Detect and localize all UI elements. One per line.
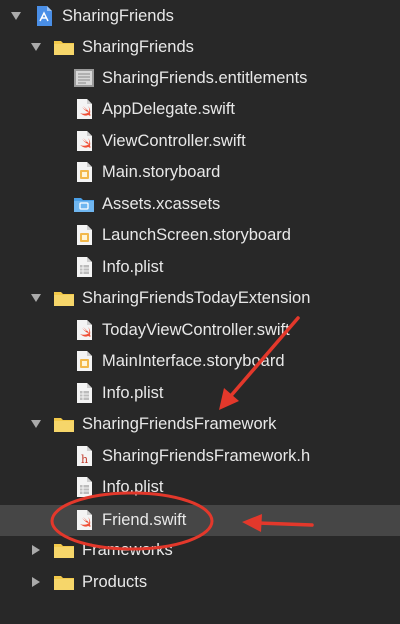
navigator-group-row[interactable]: SharingFriendsTodayExtension — [0, 283, 400, 314]
folder-icon — [53, 571, 75, 593]
navigator-item-label: TodayViewController.swift — [102, 321, 290, 339]
navigator-file-row[interactable]: Main.storyboard — [0, 157, 400, 188]
navigator-item-label: Frameworks — [82, 541, 173, 559]
navigator-file-row[interactable]: SharingFriends.entitlements — [0, 63, 400, 94]
navigator-item-label: Assets.xcassets — [102, 195, 221, 213]
plist-file-icon — [73, 476, 95, 498]
navigator-item-label: Friend.swift — [102, 511, 187, 529]
navigator-file-row[interactable]: Info.plist — [0, 378, 400, 409]
navigator-item-label: SharingFriendsFramework.h — [102, 447, 311, 465]
entitlements-file-icon — [73, 67, 95, 89]
header-file-icon: h — [73, 445, 95, 467]
asset-catalog-icon — [73, 193, 95, 215]
navigator-item-label: Main.storyboard — [102, 163, 221, 181]
storyboard-file-icon — [73, 161, 95, 183]
navigator-item-label: SharingFriendsFramework — [82, 415, 277, 433]
storyboard-file-icon — [73, 224, 95, 246]
navigator-item-label: Info.plist — [102, 384, 164, 402]
navigator-group-row[interactable]: SharingFriends — [0, 1, 400, 32]
navigator-file-row[interactable]: ViewController.swift — [0, 126, 400, 157]
navigator-file-row[interactable]: Friend.swift — [0, 505, 400, 536]
disclosure-expanded-icon[interactable] — [29, 417, 43, 431]
svg-text:h: h — [81, 453, 88, 466]
navigator-item-label: SharingFriends.entitlements — [102, 69, 308, 87]
navigator-file-row[interactable]: AppDelegate.swift — [0, 94, 400, 125]
xcode-project-icon — [33, 5, 55, 27]
navigator-file-row[interactable]: MainInterface.storyboard — [0, 346, 400, 377]
disclosure-expanded-icon[interactable] — [9, 9, 23, 23]
navigator-item-label: ViewController.swift — [102, 132, 246, 150]
navigator-item-label: Info.plist — [102, 478, 164, 496]
navigator-file-row[interactable]: TodayViewController.swift — [0, 315, 400, 346]
navigator-file-row[interactable]: Info.plist — [0, 472, 400, 503]
disclosure-expanded-icon[interactable] — [29, 291, 43, 305]
navigator-file-row[interactable]: Assets.xcassets — [0, 189, 400, 220]
navigator-item-label: SharingFriends — [82, 38, 194, 56]
navigator-file-row[interactable]: LaunchScreen.storyboard — [0, 220, 400, 251]
navigator-item-label: MainInterface.storyboard — [102, 352, 285, 370]
navigator-file-row[interactable]: Info.plist — [0, 252, 400, 283]
plist-file-icon — [73, 256, 95, 278]
navigator-item-label: SharingFriends — [62, 7, 174, 25]
navigator-item-label: Products — [82, 573, 148, 591]
swift-file-icon — [73, 319, 95, 341]
storyboard-file-icon — [73, 350, 95, 372]
swift-file-icon — [73, 509, 95, 531]
disclosure-expanded-icon[interactable] — [29, 40, 43, 54]
navigator-item-label: Info.plist — [102, 258, 164, 276]
navigator-group-row[interactable]: Frameworks — [0, 535, 400, 566]
folder-icon — [53, 413, 75, 435]
navigator-item-label: SharingFriendsTodayExtension — [82, 289, 311, 307]
folder-icon — [53, 539, 75, 561]
navigator-item-label: AppDelegate.swift — [102, 100, 235, 118]
folder-icon — [53, 36, 75, 58]
disclosure-collapsed-icon[interactable] — [29, 575, 43, 589]
navigator-group-row[interactable]: Products — [0, 567, 400, 598]
project-navigator: SharingFriends SharingFriends SharingFri… — [0, 0, 400, 624]
navigator-item-label: LaunchScreen.storyboard — [102, 226, 291, 244]
navigator-group-row[interactable]: SharingFriends — [0, 32, 400, 63]
folder-icon — [53, 287, 75, 309]
swift-file-icon — [73, 130, 95, 152]
navigator-group-row[interactable]: SharingFriendsFramework — [0, 409, 400, 440]
plist-file-icon — [73, 382, 95, 404]
swift-file-icon — [73, 98, 95, 120]
navigator-file-row[interactable]: h SharingFriendsFramework.h — [0, 441, 400, 472]
disclosure-collapsed-icon[interactable] — [29, 543, 43, 557]
